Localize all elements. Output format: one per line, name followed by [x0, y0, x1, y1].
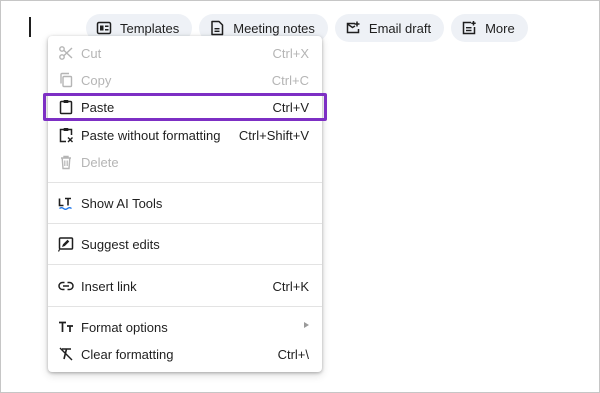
menu-item-show-ai-tools[interactable]: Show AI Tools [48, 189, 322, 216]
menu-item-insert-link[interactable]: Insert link Ctrl+K [48, 272, 322, 299]
menu-separator [48, 223, 322, 224]
meeting-notes-icon [209, 20, 225, 36]
suggest-edit-icon [58, 236, 74, 252]
menu-item-shortcut: Ctrl+X [272, 46, 309, 61]
menu-separator [48, 264, 322, 265]
menu-item-paste-without-formatting[interactable]: Paste without formatting Ctrl+Shift+V [48, 121, 322, 148]
ai-tools-icon [58, 195, 74, 211]
copy-icon [58, 72, 74, 88]
menu-item-label: Insert link [81, 279, 137, 294]
menu-item-suggest-edits[interactable]: Suggest edits [48, 230, 322, 257]
clipboard-plain-icon [58, 127, 74, 143]
menu-item-shortcut: Ctrl+\ [277, 347, 309, 362]
menu-item-paste[interactable]: Paste Ctrl+V [43, 93, 327, 121]
email-draft-chip[interactable]: Email draft [334, 14, 445, 42]
templates-chip-label: Templates [120, 20, 180, 36]
email-draft-icon [345, 20, 361, 36]
menu-item-shortcut: Ctrl+K [272, 279, 309, 294]
more-icon [461, 20, 477, 36]
menu-item-label: Delete [81, 155, 119, 170]
context-menu: Cut Ctrl+X Copy Ctrl+C Paste Ctrl+V Past… [43, 36, 327, 372]
email-draft-chip-label: Email draft [368, 20, 432, 36]
menu-item-label: Clear formatting [81, 347, 174, 362]
clear-format-icon [58, 346, 74, 362]
menu-item-delete[interactable]: Delete [48, 148, 322, 175]
text-format-icon [58, 319, 74, 335]
menu-item-label: Cut [81, 46, 102, 61]
menu-item-shortcut: Ctrl+Shift+V [238, 128, 309, 143]
menu-item-shortcut: Ctrl+V [272, 100, 309, 115]
menu-item-cut[interactable]: Cut Ctrl+X [48, 39, 322, 66]
menu-item-label: Format options [81, 320, 168, 335]
link-icon [58, 278, 74, 294]
scissors-icon [58, 45, 74, 61]
menu-separator [48, 306, 322, 307]
menu-item-clear-formatting[interactable]: Clear formatting Ctrl+\ [48, 340, 322, 367]
menu-item-label: Paste without formatting [81, 128, 221, 143]
menu-separator [48, 182, 322, 183]
meeting-notes-chip-label: Meeting notes [233, 20, 315, 36]
menu-item-label: Copy [81, 73, 112, 88]
menu-item-format-options[interactable]: Format options [48, 313, 322, 340]
more-chip-label: More [485, 20, 515, 36]
clipboard-icon [58, 99, 74, 115]
text-cursor [29, 17, 31, 37]
menu-item-label: Show AI Tools [81, 196, 163, 211]
menu-item-label: Suggest edits [81, 237, 160, 252]
menu-item-shortcut: Ctrl+C [271, 73, 309, 88]
more-chip[interactable]: More [451, 14, 528, 42]
templates-icon [96, 20, 112, 36]
submenu-arrow-icon [304, 322, 309, 328]
menu-item-label: Paste [81, 100, 115, 115]
menu-item-copy[interactable]: Copy Ctrl+C [48, 66, 322, 93]
trash-icon [58, 154, 74, 170]
